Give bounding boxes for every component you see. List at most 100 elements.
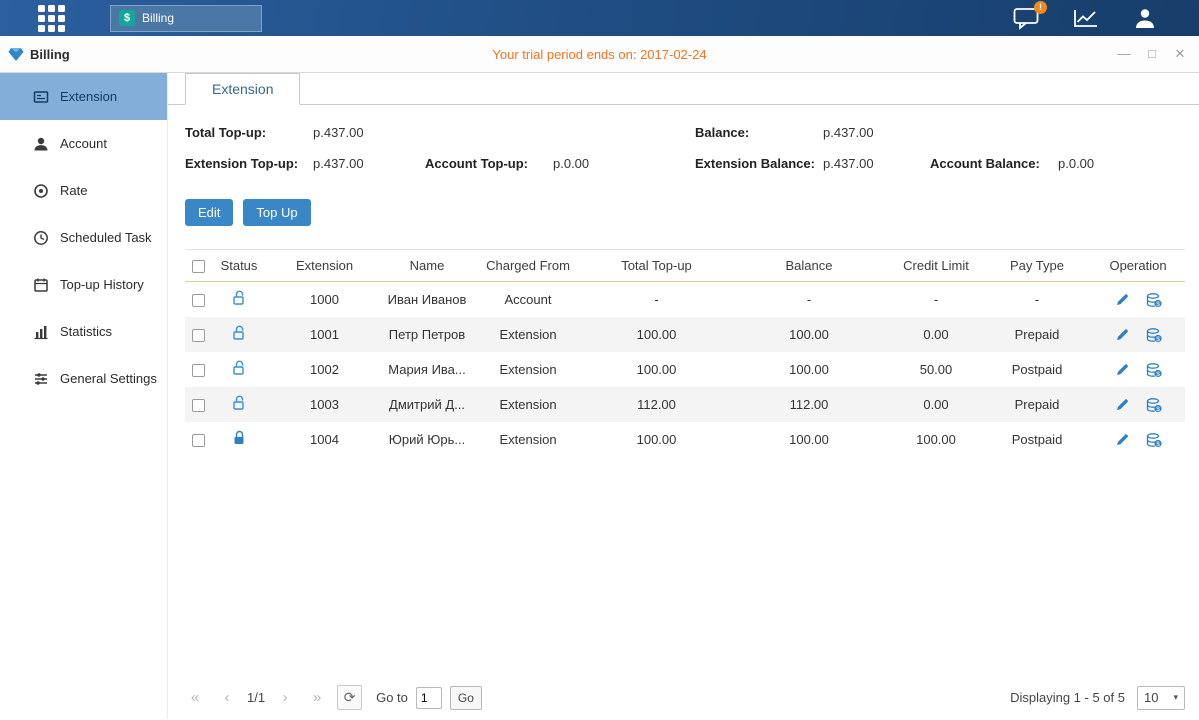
status-lock-icon[interactable] [232, 290, 247, 309]
extension-icon [33, 89, 49, 105]
pagination-bar: « ‹ 1/1 › » ⟳ Go to Go Displaying 1 - 5 … [185, 685, 1185, 710]
name-cell: Дмитрий Д... [382, 397, 472, 412]
refresh-button[interactable]: ⟳ [337, 685, 362, 710]
table-row: 1002 Мария Ива... Extension 100.00 100.0… [185, 352, 1185, 387]
next-page-button[interactable]: › [275, 689, 295, 706]
sidebar-item-rate[interactable]: Rate [0, 167, 167, 214]
svg-text:$: $ [1156, 405, 1160, 412]
sidebar: Extension Account Rate Scheduled Task [0, 73, 168, 719]
total-topup-field: Total Top-up: p.437.00 [185, 117, 364, 148]
minimize-button[interactable]: — [1117, 46, 1131, 62]
svg-text:$: $ [1156, 300, 1160, 307]
col-pay-type: Pay Type [983, 258, 1091, 273]
sidebar-item-topup-history[interactable]: Top-up History [0, 261, 167, 308]
account-topup-field: Account Top-up: p.0.00 [425, 148, 589, 179]
goto-page-input[interactable] [416, 687, 442, 709]
total-topup-cell: 100.00 [584, 362, 729, 377]
topbar: $ Billing ! [0, 0, 1199, 36]
balance-cell: 100.00 [729, 432, 889, 447]
prev-page-button[interactable]: ‹ [217, 689, 237, 706]
page-indicator: 1/1 [247, 690, 265, 705]
clock-icon [33, 230, 49, 246]
maximize-button[interactable]: □ [1145, 46, 1159, 62]
sidebar-item-extension[interactable]: Extension [0, 73, 167, 120]
credit-limit-cell: - [889, 292, 983, 307]
svg-text:$: $ [1156, 335, 1160, 342]
table-row: 1003 Дмитрий Д... Extension 112.00 112.0… [185, 387, 1185, 422]
col-name: Name [382, 258, 472, 273]
status-lock-icon[interactable] [232, 395, 247, 414]
sidebar-item-account[interactable]: Account [0, 120, 167, 167]
extension-topup-field: Extension Top-up: p.437.00 [185, 148, 364, 179]
total-topup-cell: 112.00 [584, 397, 729, 412]
top-up-row-icon[interactable]: $ [1146, 362, 1162, 378]
edit-row-icon[interactable] [1115, 362, 1130, 377]
billing-gem-icon [8, 47, 24, 62]
account-balance-field: Account Balance: p.0.00 [930, 148, 1094, 179]
taskbar-billing-label: Billing [142, 11, 174, 25]
main-content: Extension Total Top-up: p.437.00 Balance… [168, 73, 1199, 719]
row-checkbox[interactable] [192, 434, 205, 447]
edit-row-icon[interactable] [1115, 432, 1130, 447]
goto-label: Go to [376, 690, 408, 705]
pay-type-cell: Prepaid [983, 327, 1091, 342]
balance-field: Balance: p.437.00 [695, 117, 874, 148]
col-total-topup: Total Top-up [584, 258, 729, 273]
credit-limit-cell: 100.00 [889, 432, 983, 447]
name-cell: Мария Ива... [382, 362, 472, 377]
row-checkbox[interactable] [192, 399, 205, 412]
svg-text:$: $ [1156, 440, 1160, 447]
account-icon [33, 136, 49, 152]
pay-type-cell: Prepaid [983, 397, 1091, 412]
row-checkbox[interactable] [192, 364, 205, 377]
balance-cell: 112.00 [729, 397, 889, 412]
extension-cell: 1004 [267, 432, 382, 447]
app-launcher-grid-icon[interactable] [38, 5, 65, 32]
edit-row-icon[interactable] [1115, 397, 1130, 412]
name-cell: Иван Иванов [382, 292, 472, 307]
first-page-button[interactable]: « [185, 689, 205, 706]
pay-type-cell: - [983, 292, 1091, 307]
top-up-row-icon[interactable]: $ [1146, 327, 1162, 343]
sidebar-item-statistics[interactable]: Statistics [0, 308, 167, 355]
window-titlebar: Billing Your trial period ends on: 2017-… [0, 36, 1199, 73]
row-checkbox[interactable] [192, 329, 205, 342]
notification-badge: ! [1034, 1, 1047, 14]
name-cell: Петр Петров [382, 327, 472, 342]
table-row: 1000 Иван Иванов Account - - - - $ [185, 282, 1185, 317]
close-button[interactable]: ✕ [1173, 46, 1187, 62]
page-size-dropdown[interactable]: 10 ▾ [1137, 686, 1185, 710]
status-lock-icon[interactable] [232, 430, 247, 449]
last-page-button[interactable]: » [307, 689, 327, 706]
calendar-icon [33, 277, 49, 293]
taskbar-billing-item[interactable]: $ Billing [110, 5, 262, 32]
go-button[interactable]: Go [450, 686, 482, 710]
status-lock-icon[interactable] [232, 325, 247, 344]
edit-button[interactable]: Edit [185, 199, 233, 226]
credit-limit-cell: 0.00 [889, 327, 983, 342]
charged-from-cell: Account [472, 292, 584, 307]
status-lock-icon[interactable] [232, 360, 247, 379]
user-account-icon[interactable] [1133, 7, 1157, 29]
statistics-chart-icon[interactable] [1073, 8, 1099, 28]
balance-cell: 100.00 [729, 362, 889, 377]
select-all-checkbox[interactable] [192, 260, 205, 273]
row-checkbox[interactable] [192, 294, 205, 307]
sidebar-item-scheduled-task[interactable]: Scheduled Task [0, 214, 167, 261]
edit-row-icon[interactable] [1115, 327, 1130, 342]
top-up-row-icon[interactable]: $ [1146, 292, 1162, 308]
charged-from-cell: Extension [472, 362, 584, 377]
svg-text:$: $ [1156, 370, 1160, 377]
sidebar-item-general-settings[interactable]: General Settings [0, 355, 167, 402]
top-up-button[interactable]: Top Up [243, 199, 310, 226]
edit-row-icon[interactable] [1115, 292, 1130, 307]
top-up-row-icon[interactable]: $ [1146, 432, 1162, 448]
col-credit-limit: Credit Limit [889, 258, 983, 273]
tab-extension[interactable]: Extension [185, 73, 300, 105]
displaying-label: Displaying 1 - 5 of 5 [1010, 690, 1125, 705]
top-up-row-icon[interactable]: $ [1146, 397, 1162, 413]
window-title: Billing [30, 47, 70, 62]
notifications-icon[interactable]: ! [1013, 7, 1039, 30]
table-row: 1004 Юрий Юрь... Extension 100.00 100.00… [185, 422, 1185, 457]
credit-limit-cell: 50.00 [889, 362, 983, 377]
